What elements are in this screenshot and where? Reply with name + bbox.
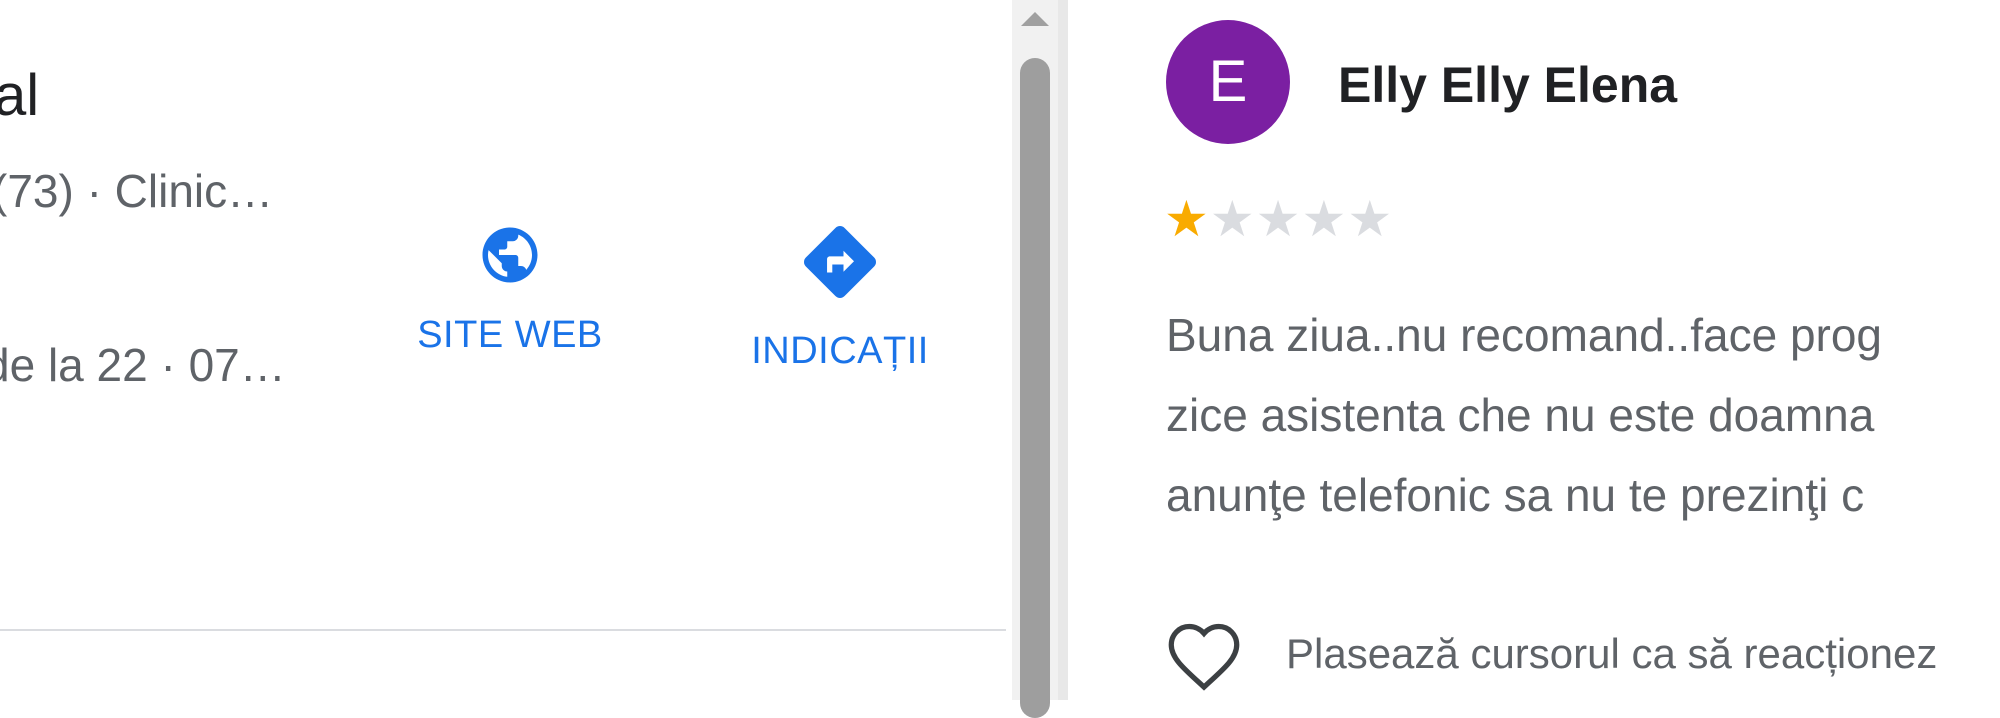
star-empty-icon: ★ <box>1347 191 1394 247</box>
scrollbar-thumb[interactable] <box>1020 58 1050 718</box>
star-filled-icon: ★ <box>1164 191 1210 247</box>
globe-icon <box>482 227 538 283</box>
place-panel: al (73) · Clinic… de la 22 · 07… SITE WE… <box>0 0 1010 700</box>
avatar[interactable]: E <box>1166 20 1290 144</box>
directions-label: INDICAȚII <box>751 330 929 372</box>
divider <box>0 629 1006 631</box>
place-hours: de la 22 · 07… <box>0 339 286 391</box>
heart-icon[interactable] <box>1164 620 1244 692</box>
review-text-line: Buna ziua..nu recomand..face prog <box>1166 309 1883 361</box>
star-empty-icon: ★ <box>1301 191 1348 247</box>
reviewer-name[interactable]: Elly Elly Elena <box>1338 56 1677 114</box>
star-rating: ★★★★★ <box>1164 190 1393 248</box>
panel-separator <box>1058 0 1068 700</box>
review-text-line: anunţe telefonic sa nu te prezinţi c <box>1166 469 1865 521</box>
scrollbar[interactable] <box>1012 0 1058 718</box>
website-button[interactable]: SITE WEB <box>380 222 640 357</box>
star-empty-icon: ★ <box>1255 191 1302 247</box>
review-card: E Elly Elly Elena ★★★★★ Buna ziua..nu re… <box>1068 0 2000 700</box>
place-title: al <box>0 63 40 128</box>
reaction-hint: Plasează cursorul ca să reacționez <box>1286 630 1938 677</box>
directions-button[interactable]: INDICAȚII <box>720 220 960 373</box>
place-rating-category: (73) · Clinic… <box>0 165 274 217</box>
star-empty-icon: ★ <box>1209 191 1256 247</box>
website-label: SITE WEB <box>417 314 603 356</box>
review-text-line: zice asistenta che nu este doamna <box>1166 389 1875 441</box>
directions-icon <box>804 226 876 298</box>
scroll-up-arrow-icon[interactable] <box>1021 12 1049 26</box>
